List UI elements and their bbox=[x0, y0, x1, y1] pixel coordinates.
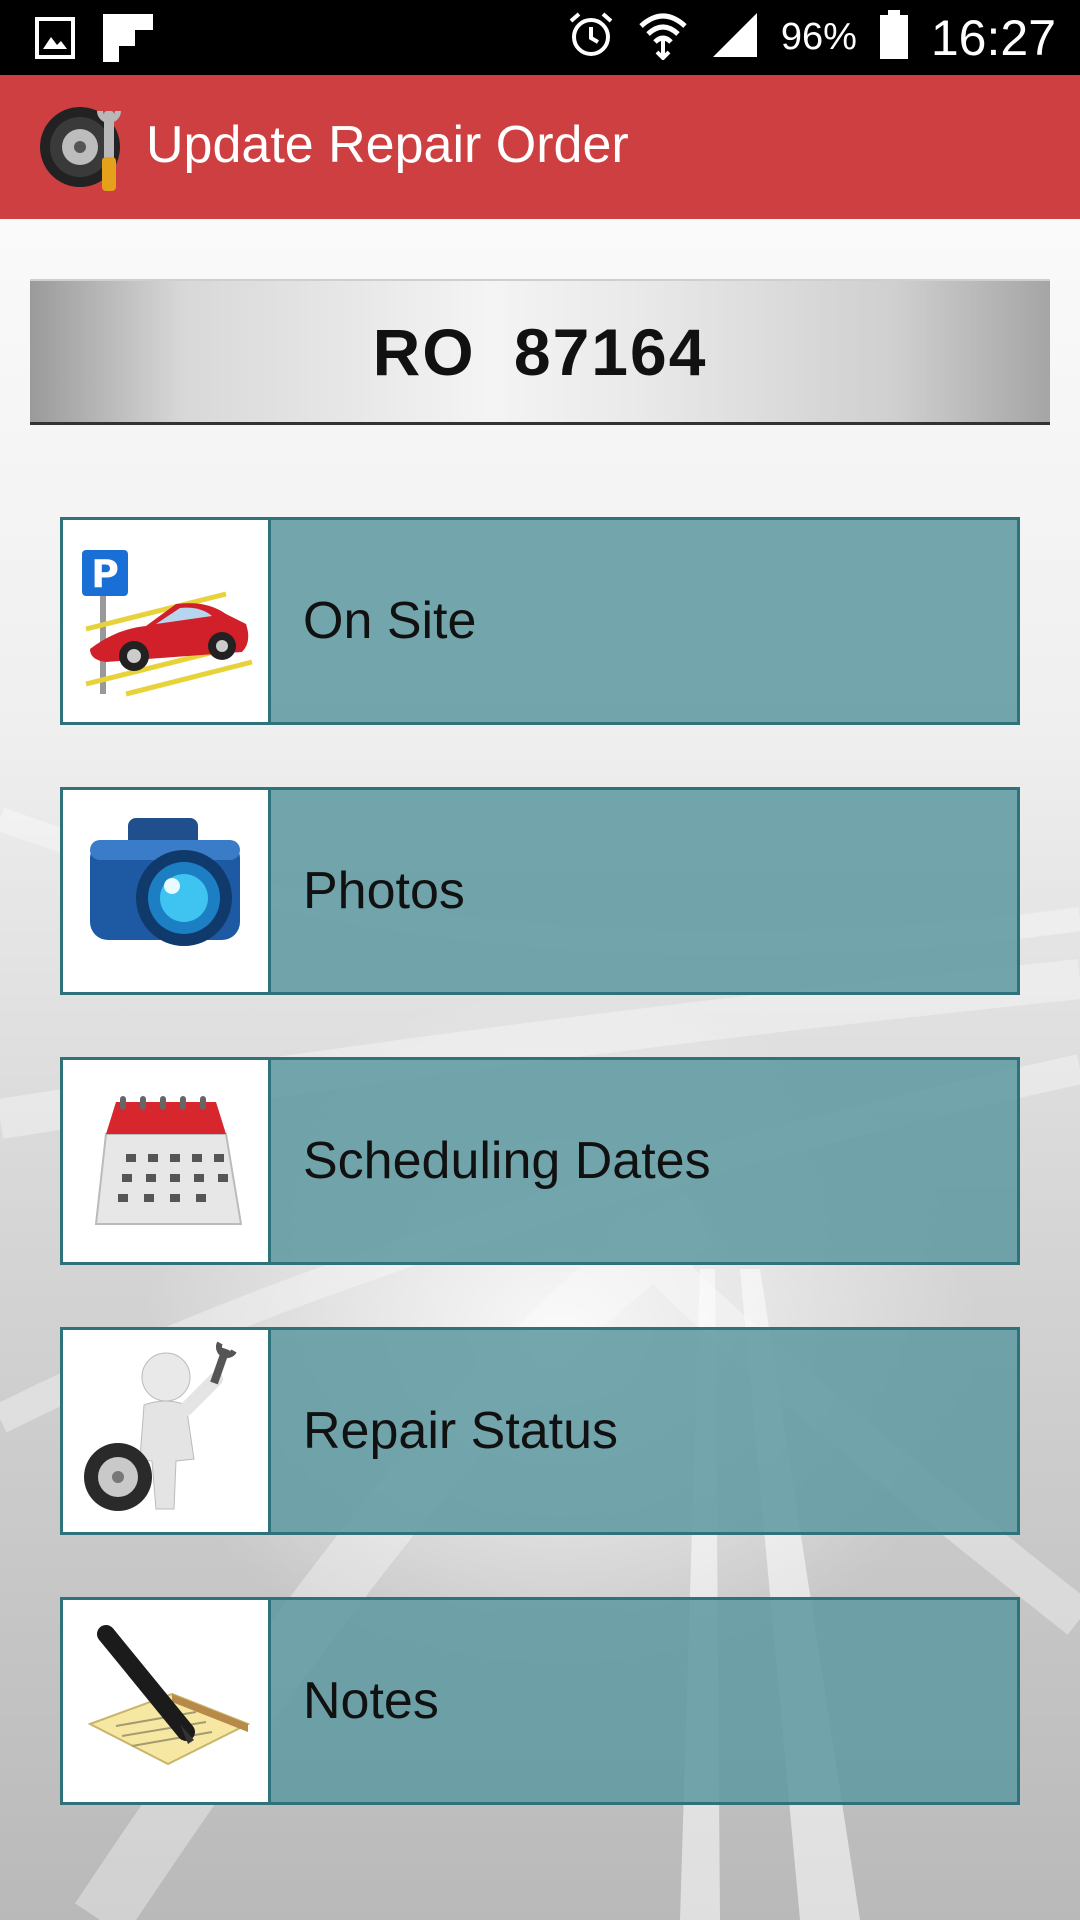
mechanic-figure-icon bbox=[76, 1339, 256, 1524]
menu-item-label: Notes bbox=[303, 1672, 439, 1730]
gallery-icon bbox=[35, 17, 75, 64]
notepad-pen-icon bbox=[76, 1614, 256, 1789]
status-bar: 96% 16:27 bbox=[0, 0, 1080, 75]
parked-car-icon: P bbox=[76, 534, 256, 709]
menu-item-label: On Site bbox=[303, 592, 477, 650]
repair-order-header: RO 87164 bbox=[30, 279, 1050, 425]
clock: 16:27 bbox=[930, 9, 1056, 66]
battery-percent: 96% bbox=[780, 16, 857, 58]
app-bar: Update Repair Order bbox=[0, 75, 1080, 219]
menu-item-thumbnail: P bbox=[63, 520, 271, 722]
flipboard-icon bbox=[103, 14, 153, 67]
battery-icon bbox=[879, 10, 909, 65]
menu-item-label: Repair Status bbox=[303, 1402, 619, 1460]
svg-text:P: P bbox=[91, 552, 119, 596]
tire-wrench-logo-icon[interactable] bbox=[38, 97, 132, 197]
calendar-icon bbox=[76, 1074, 256, 1249]
camera-icon bbox=[76, 804, 256, 979]
menu-item-label: Scheduling Dates bbox=[303, 1132, 711, 1190]
menu-item-on-site[interactable]: P On Site bbox=[60, 517, 1020, 725]
repair-order-number: RO 87164 bbox=[372, 314, 708, 389]
wifi-icon bbox=[637, 10, 689, 65]
menu-item-thumbnail bbox=[63, 1330, 271, 1532]
menu-item-scheduling-dates[interactable]: Scheduling Dates bbox=[60, 1057, 1020, 1265]
menu-item-thumbnail bbox=[63, 1060, 271, 1262]
menu-item-thumbnail bbox=[63, 1600, 271, 1802]
menu-item-repair-status[interactable]: Repair Status bbox=[60, 1327, 1020, 1535]
signal-icon bbox=[711, 11, 759, 64]
menu-item-photos[interactable]: Photos bbox=[60, 787, 1020, 995]
menu-item-label: Photos bbox=[303, 862, 465, 920]
alarm-icon bbox=[567, 11, 615, 64]
menu-item-thumbnail bbox=[63, 790, 271, 992]
menu-item-notes[interactable]: Notes bbox=[60, 1597, 1020, 1805]
page-title: Update Repair Order bbox=[146, 116, 629, 174]
